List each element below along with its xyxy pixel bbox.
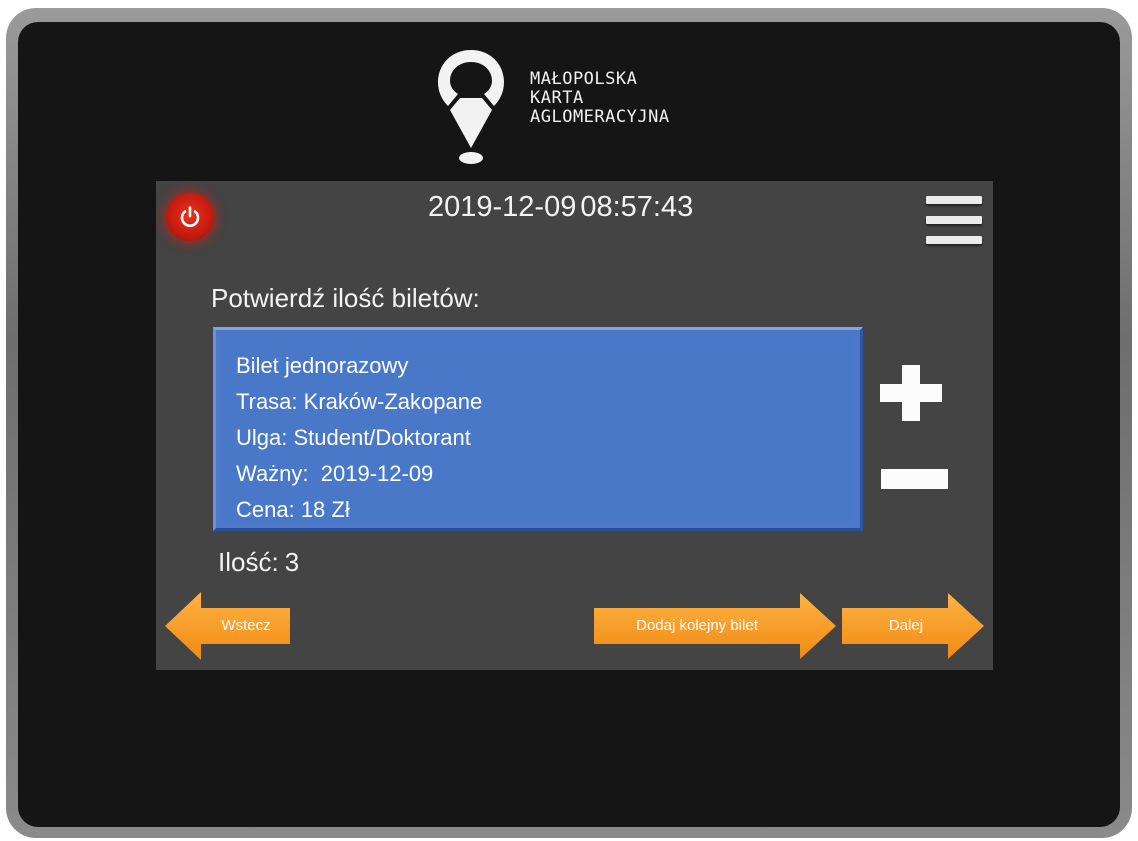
power-button[interactable]	[166, 193, 214, 241]
next-button-label: Dalej	[888, 617, 924, 634]
quantity-value: 3	[284, 547, 300, 577]
ticket-valid-date: Ważny: 2019-12-09	[236, 461, 434, 486]
power-icon	[180, 206, 200, 227]
time-text: 08:57:43	[580, 191, 694, 223]
logo-line-1: MAŁOPOLSKA	[530, 69, 638, 89]
ticket-discount: Ulga: Student/Doktorant	[236, 425, 471, 450]
ticket-summary-card: Bilet jednorazowy Trasa: Kraków-Zakopane…	[213, 327, 863, 531]
hamburger-menu-icon[interactable]	[926, 196, 982, 246]
decrease-quantity-button[interactable]	[881, 469, 948, 491]
quantity-display: Ilość: 3	[218, 547, 299, 578]
increase-quantity-button[interactable]	[880, 365, 942, 421]
date-text: 2019-12-09	[428, 191, 577, 223]
ticket-type: Bilet jednorazowy	[236, 353, 409, 378]
datetime-display: 2019-12-09 08:57:43	[428, 191, 693, 224]
quantity-label: Ilość:	[218, 547, 279, 577]
minus-icon	[881, 469, 948, 489]
add-ticket-label: Dodaj kolejny bilet	[636, 617, 758, 634]
ticket-price: Cena: 18 Zł	[236, 497, 350, 522]
logo-line-3: AGLOMERACYJNA	[530, 107, 670, 127]
mka-logo-icon	[438, 50, 504, 164]
confirm-prompt: Potwierdź ilość biletów:	[211, 283, 480, 313]
back-button[interactable]: Wstecz	[165, 592, 291, 660]
logo-wordmark: MAŁOPOLSKA KARTA AGLOMERACYJNA	[530, 70, 670, 127]
logo-line-2: KARTA	[530, 88, 584, 108]
back-button-label: Wstecz	[221, 617, 271, 634]
add-ticket-button[interactable]: Dodaj kolejny bilet	[594, 593, 836, 659]
next-button[interactable]: Dalej	[842, 593, 984, 659]
ticket-route: Trasa: Kraków-Zakopane	[236, 389, 483, 414]
